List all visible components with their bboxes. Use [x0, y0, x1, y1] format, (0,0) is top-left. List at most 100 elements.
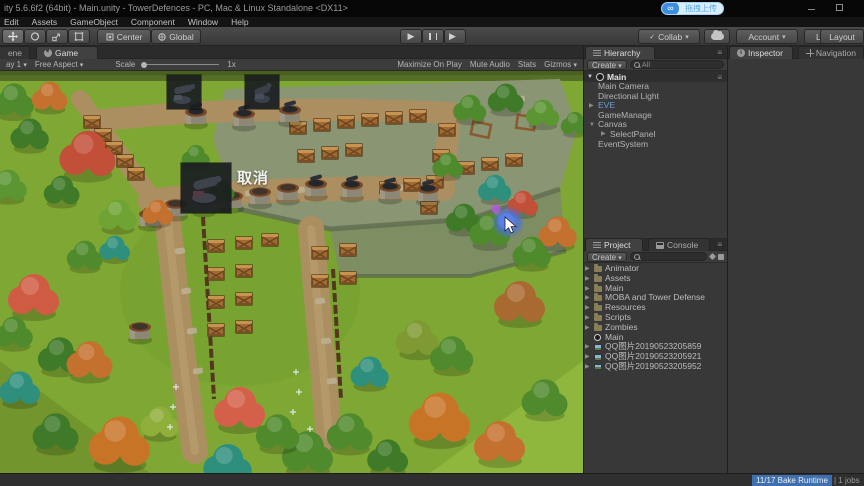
layout-dropdown[interactable]: Layout [820, 29, 864, 44]
scene-name: Main [606, 71, 627, 82]
tab-scene[interactable]: ene [0, 46, 30, 59]
favorites-icon[interactable] [708, 252, 717, 261]
tower-slot-button-2[interactable] [245, 75, 279, 109]
main-toolbar: Center Global ▶ ▶ ✓ Collab ▾ Account ▾ L… [0, 27, 864, 46]
scene-icon [594, 334, 601, 342]
label-icon[interactable] [718, 253, 724, 260]
rect-tool-button[interactable] [68, 29, 90, 44]
game-tab-icon [44, 49, 52, 57]
gizmos-dropdown[interactable]: Gizmos ▾ [544, 60, 577, 69]
foldout-icon[interactable]: ▶ [585, 363, 590, 373]
space-toggle-button[interactable]: Global [151, 29, 201, 44]
search-icon [633, 253, 640, 260]
hierarchy-item-eventsystem[interactable]: EventSystem [584, 138, 727, 150]
game-tabstrip: ene Game [0, 46, 583, 59]
scale-label: Scale [115, 60, 136, 69]
inspector-panel: i Inspector Navigation [728, 46, 864, 473]
panel-menu-icon[interactable]: ≡ [717, 48, 724, 57]
status-bar: 11/17 Bake Runtime | 1 jobs [0, 473, 864, 486]
menu-window[interactable]: Window [188, 17, 218, 27]
upload-badge[interactable]: ∞ 拖拽上传 [661, 2, 724, 15]
maximize-on-play-toggle[interactable]: Maximize On Play [397, 60, 461, 69]
inspector-icon: i [737, 49, 745, 57]
project-item[interactable]: ▶ QQ图片20190523205952 [584, 360, 727, 373]
create-button[interactable]: Create ▾ [587, 59, 627, 70]
project-panel: Project Console ≡ Create ▾ ▶ Animator ▶ Ass… [584, 238, 727, 473]
pause-button[interactable] [422, 29, 444, 44]
project-icon [593, 241, 601, 249]
inspector-tabstrip: i Inspector Navigation [728, 46, 864, 59]
rotate-tool-button[interactable] [24, 29, 46, 44]
project-list: ▶ Animator ▶ Assets ▶ Main ▶ MOBA and Tower Def… [584, 263, 727, 373]
upload-cloud-icon: ∞ [662, 3, 679, 14]
scale-slider-knob[interactable] [141, 61, 148, 68]
tab-inspector[interactable]: i Inspector [729, 46, 793, 59]
space-label: Global [169, 31, 194, 42]
tab-navigation[interactable]: Navigation [798, 46, 864, 59]
menu-assets[interactable]: Assets [32, 17, 58, 27]
scene-menu-icon[interactable]: ≡ [717, 73, 724, 82]
display-dropdown[interactable]: ay 1 ▾ [6, 60, 27, 69]
scale-tool-button[interactable] [46, 29, 68, 44]
tab-hierarchy[interactable]: Hierarchy [585, 46, 655, 59]
tab-console[interactable]: Console [648, 238, 710, 251]
project-search-input[interactable] [629, 252, 707, 261]
hierarchy-tree: Main Camera Directional Light ▶ EVE GameMana… [584, 81, 727, 150]
cloud-icon [710, 30, 724, 40]
panel-menu-icon[interactable]: ≡ [717, 240, 724, 249]
step-button[interactable]: ▶ [444, 29, 466, 44]
mute-audio-toggle[interactable]: Mute Audio [470, 60, 510, 69]
window-title: ity 5.6.6f2 (64bit) - Main.unity - Tower… [4, 3, 348, 13]
move-tool-button[interactable] [2, 29, 24, 44]
account-dropdown[interactable]: Account ▾ [736, 29, 798, 44]
menu-bar: Edit Assets GameObject Component Window Help [0, 17, 864, 27]
upload-badge-label: 拖拽上传 [685, 3, 717, 13]
scale-slider[interactable] [141, 61, 220, 68]
play-button[interactable]: ▶ [400, 29, 422, 44]
scene-tab-label: ene [7, 48, 22, 58]
tab-game[interactable]: Game [36, 46, 98, 59]
tower-slot-button-1[interactable] [167, 75, 201, 109]
create-button[interactable]: Create ▾ [587, 251, 627, 262]
tab-project[interactable]: Project [585, 238, 643, 251]
hierarchy-icon [593, 49, 601, 57]
game-tab-label: Game [55, 48, 79, 58]
game-scene [0, 71, 583, 473]
tower-slot-button-3[interactable] [181, 163, 231, 213]
pivot-toggle-button[interactable]: Center [97, 29, 151, 44]
cancel-button[interactable]: 取消 [237, 167, 269, 188]
folder-icon [594, 283, 602, 292]
minimize-button[interactable] [806, 3, 817, 13]
jobs-count: | 1 jobs [834, 476, 860, 485]
inspector-tab-label: Inspector [748, 48, 783, 58]
console-tab-label: Console [667, 240, 699, 250]
collab-label: Collab [658, 31, 683, 42]
bake-progress-badge[interactable]: 11/17 Bake Runtime [752, 475, 832, 486]
menu-edit[interactable]: Edit [4, 17, 19, 27]
image-icon [594, 354, 602, 361]
aspect-dropdown[interactable]: Free Aspect ▾ [35, 60, 83, 69]
hierarchy-toolbar: Create ▾ All [584, 59, 727, 71]
project-tabstrip: Project Console ≡ [584, 238, 727, 251]
cloud-services-button[interactable] [704, 29, 730, 44]
image-icon [594, 363, 602, 371]
folder-icon [594, 303, 602, 312]
game-toolbar: ay 1 ▾ Free Aspect ▾ Scale 1x Maximize O… [0, 59, 583, 71]
project-item-label: QQ图片20190523205952 [605, 360, 702, 371]
scale-value: 1x [227, 60, 236, 69]
image-icon [594, 344, 602, 351]
hierarchy-panel: Hierarchy ≡ Create ▾ All ▼ Main ≡ Main C… [584, 46, 727, 238]
hierarchy-search-input[interactable]: All [629, 60, 724, 69]
project-tab-label: Project [604, 240, 631, 250]
collab-button[interactable]: ✓ Collab ▾ [638, 29, 700, 44]
hierarchy-item-label: EventSystem [598, 138, 649, 149]
menu-component[interactable]: Component [131, 17, 175, 27]
hierarchy-item-canvas[interactable]: ▼ Canvas [584, 120, 727, 130]
maximize-button[interactable] [834, 3, 845, 13]
folder-icon [594, 312, 602, 321]
foldout-icon[interactable]: ▼ [587, 74, 593, 80]
game-viewport[interactable]: 取消 [0, 71, 583, 473]
stats-toggle[interactable]: Stats [518, 60, 536, 69]
menu-help[interactable]: Help [231, 17, 248, 27]
menu-gameobject[interactable]: GameObject [70, 17, 118, 27]
